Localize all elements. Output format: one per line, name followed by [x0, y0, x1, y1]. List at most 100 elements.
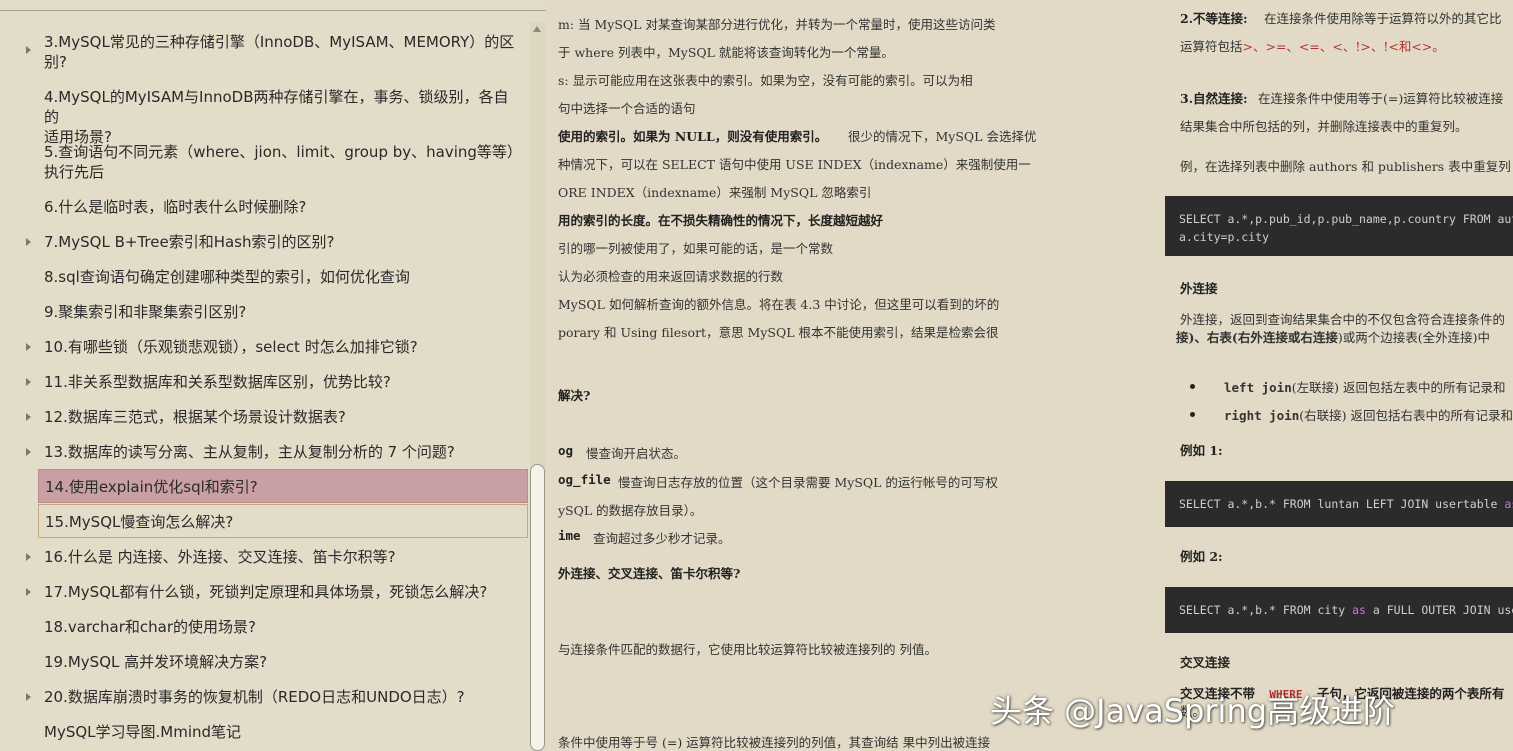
toc-item-16[interactable]: 16.什么是 内连接、外连接、交叉连接、笛卡尔积等? [26, 547, 528, 567]
heading-cross-join: 交叉连接 [1180, 655, 1231, 670]
expand-arrow-icon[interactable] [26, 238, 31, 246]
toc-item-label: 10.有哪些锁（乐观锁悲观锁），select 时怎么加排它锁? [44, 338, 418, 356]
text-emphasis: 右外连接或右连接 [1237, 330, 1338, 345]
scroll-up-arrow-icon[interactable] [533, 26, 541, 32]
code-line: SELECT a.*,p.pub_id,p.pub_name,p.country… [1179, 212, 1513, 226]
list-item-right-join: right join(右联接) 返回包括右表中的所有记录和 [1224, 405, 1513, 424]
text-fragment: )或两个边接表(全外连接)中 [1337, 330, 1490, 345]
toc-item-8[interactable]: 8.sql查询语句确定创建哪种类型的索引，如何优化查询 [38, 267, 528, 287]
expand-arrow-icon[interactable] [26, 46, 31, 54]
toc-item-11[interactable]: 11.非关系型数据库和关系型数据库区别，优势比较? [26, 372, 528, 392]
doc-param-code: ime [558, 528, 581, 543]
doc-line: MySQL 如何解析查询的额外信息。将在表 4.3 中讨论，但这里可以看到的坏的 [558, 297, 1000, 312]
heading-outer-join: 外连接 [1180, 281, 1218, 296]
toc-item-19[interactable]: 19.MySQL 高并发环境解决方案? [38, 652, 528, 672]
doc-line: ySQL 的数据存放目录）。 [558, 503, 703, 518]
toc-item-label: 8.sql查询语句确定创建哪种类型的索引，如何优化查询 [44, 268, 410, 286]
doc-line: 于 where 列表中，MySQL 就能将该查询转化为一个常量。 [558, 45, 894, 60]
toc-item-label: 9.聚集索引和非聚集索引区别? [44, 303, 247, 321]
sidebar-scrollbar-thumb[interactable] [530, 464, 545, 751]
example-label: 例如 1: [1180, 443, 1223, 458]
toc-item-7[interactable]: 7.MySQL B+Tree索引和Hash索引的区别? [26, 232, 528, 252]
expand-arrow-icon[interactable] [26, 553, 31, 561]
toc-item-13[interactable]: 13.数据库的读写分离、主从复制，主从复制分析的 7 个问题? [26, 442, 528, 462]
toc-item-label: 20.数据库崩溃时事务的恢复机制（REDO日志和UNDO日志）? [44, 688, 465, 706]
doc-line-bold: 用的索引的长度。在不损失精确性的情况下，长度越短越好 [558, 213, 884, 228]
toc-item-6[interactable]: 6.什么是临时表，临时表什么时候删除? [38, 197, 528, 217]
doc-line: 在连接条件中使用等于(=)运算符比较被连接 [1258, 91, 1504, 106]
example-label: 例如 2: [1180, 549, 1223, 564]
toc-item-label: 3.MySQL常见的三种存储引擎（InnoDB、MyISAM、MEMORY）的区 [44, 33, 515, 51]
code-line: a FULL OUTER JOIN user [1365, 603, 1513, 617]
doc-line: 查询超过多少秒才记录。 [593, 531, 731, 546]
toc-item-label: 17.MySQL都有什么锁，死锁判定原理和具体场景，死锁怎么解决? [44, 583, 488, 601]
toc-item-label-cont: 执行先后 [44, 163, 105, 181]
doc-line: m: 当 MySQL 对某查询某部分进行优化，并转为一个常量时，使用这些访问类 [558, 17, 996, 32]
expand-arrow-icon[interactable] [26, 448, 31, 456]
toc-item-mindmap[interactable]: MySQL学习导图.Mmind笔记 [38, 722, 528, 742]
toc-item-10[interactable]: 10.有哪些锁（乐观锁悲观锁），select 时怎么加排它锁? [26, 337, 528, 357]
doc-line: 认为必须检查的用来返回请求数据的行数 [558, 269, 784, 284]
bullet-icon [1190, 412, 1195, 417]
toc-item-label: 5.查询语句不同元素（where、jion、limit、group by、hav… [44, 143, 522, 161]
toc-item-label: 12.数据库三范式，根据某个场景设计数据表? [44, 408, 346, 426]
toc-item-18[interactable]: 18.varchar和char的使用场景? [38, 617, 528, 637]
sidebar-divider [0, 10, 546, 11]
code-block-left-join: SELECT a.*,b.* FROM luntan LEFT JOIN use… [1165, 481, 1513, 527]
doc-line: 慢查询开启状态。 [586, 446, 687, 461]
list-item-left-join: left join(左联接) 返回包括左表中的所有记录和 [1224, 377, 1505, 396]
toc-item-label: 13.数据库的读写分离、主从复制，主从复制分析的 7 个问题? [44, 443, 455, 461]
doc-line: 例，在选择列表中删除 authors 和 publishers 表中重复列 [1180, 159, 1511, 174]
doc-line: 很少的情况下，MySQL 会选择优 [848, 129, 1037, 144]
toc-item-9[interactable]: 9.聚集索引和非聚集索引区别? [38, 302, 528, 322]
doc-line: 引的哪一列被使用了，如果可能的话，是一个常数 [558, 241, 834, 256]
heading-non-equi-join: 2.不等连接: [1180, 11, 1248, 26]
toc-item-label: 4.MySQL的MyISAM与InnoDB两种存储引擎在，事务、锁级别，各自的 [44, 88, 509, 126]
watermark-text: 头条 @JavaSpring高级进阶 [990, 692, 1396, 730]
doc-line: 条件中使用等于号 (=) 运算符比较被连接列的列值，其查询结 果中列出被连接 [558, 735, 991, 750]
doc-line: s: 显示可能应用在这张表中的索引。如果为空，没有可能的索引。可以为相 [558, 73, 973, 88]
expand-arrow-icon[interactable] [26, 413, 31, 421]
toc-item-label: 15.MySQL慢查询怎么解决? [45, 513, 234, 531]
code-line: SELECT a.*,b.* FROM city [1179, 603, 1353, 617]
toc-item-label: 18.varchar和char的使用场景? [44, 618, 256, 636]
toc-item-5[interactable]: 5.查询语句不同元素（where、jion、limit、group by、hav… [38, 142, 528, 182]
operators-label: 运算符包括 [1180, 39, 1243, 54]
code-term: right join [1224, 408, 1300, 423]
expand-arrow-icon[interactable] [26, 378, 31, 386]
param-name: ime [558, 528, 581, 543]
list-item-text: (右联接) 返回包括右表中的所有记录和 [1299, 408, 1513, 423]
toc-sidebar: 3.MySQL常见的三种存储引擎（InnoDB、MyISAM、MEMORY）的区… [0, 0, 546, 751]
toc-item-label: 16.什么是 内连接、外连接、交叉连接、笛卡尔积等? [44, 548, 396, 566]
document-page-right: 2.不等连接: 在连接条件使用除等于运算符以外的其它比 运算符包括>、>=、<=… [1116, 0, 1513, 751]
doc-line: 外连接，返回到查询结果集合中的不仅包含符合连接条件的 [1180, 312, 1506, 327]
doc-line: 种情况下，可以在 SELECT 语句中使用 USE INDEX（indexnam… [558, 157, 1031, 172]
expand-arrow-icon[interactable] [26, 588, 31, 596]
code-line: SELECT a.*,b.* FROM luntan LEFT JOIN use… [1179, 497, 1505, 511]
code-keyword: as [1504, 497, 1513, 511]
doc-line: 在连接条件使用除等于运算符以外的其它比 [1264, 11, 1502, 26]
toc-item-3[interactable]: 3.MySQL常见的三种存储引擎（InnoDB、MyISAM、MEMORY）的区… [26, 32, 528, 72]
expand-arrow-icon[interactable] [26, 693, 31, 701]
param-name: og [558, 443, 574, 458]
toc-item-15-hover[interactable]: 15.MySQL慢查询怎么解决? [38, 504, 528, 538]
toc-item-label: 11.非关系型数据库和关系型数据库区别，优势比较? [44, 373, 391, 391]
toc-item-label: 7.MySQL B+Tree索引和Hash索引的区别? [44, 233, 335, 251]
doc-line: 与连接条件匹配的数据行，它使用比较运算符比较被连接列的 列值。 [558, 642, 937, 657]
toc-item-14-selected[interactable]: 14.使用explain优化sql和索引? [38, 469, 528, 503]
doc-line: 慢查询日志存放的位置（这个目录需要 MySQL 的运行帐号的可写权 [618, 475, 998, 490]
toc-item-12[interactable]: 12.数据库三范式，根据某个场景设计数据表? [26, 407, 528, 427]
expand-arrow-icon[interactable] [26, 343, 31, 351]
list-item-text: (左联接) 返回包括左表中的所有记录和 [1291, 380, 1506, 395]
code-keyword: as [1352, 603, 1366, 617]
code-block-full-outer-join: SELECT a.*,b.* FROM city as a FULL OUTER… [1165, 587, 1513, 633]
toc-item-4[interactable]: 4.MySQL的MyISAM与InnoDB两种存储引擎在，事务、锁级别，各自的 … [38, 87, 528, 147]
text-fragment: 接)、右表( [1176, 330, 1238, 345]
toc-item-17[interactable]: 17.MySQL都有什么锁，死锁判定原理和具体场景，死锁怎么解决? [26, 582, 528, 602]
doc-heading: 解决? [558, 388, 591, 403]
doc-line: porary 和 Using filesort，意思 MySQL 根本不能使用索… [558, 325, 999, 340]
param-name: og_file [558, 472, 611, 487]
toc-item-20[interactable]: 20.数据库崩溃时事务的恢复机制（REDO日志和UNDO日志）? [26, 687, 528, 707]
doc-line: 运算符包括>、>=、<=、<、!>、!<和<>。 [1180, 36, 1445, 55]
heading-natural-join: 3.自然连接: [1180, 91, 1248, 106]
